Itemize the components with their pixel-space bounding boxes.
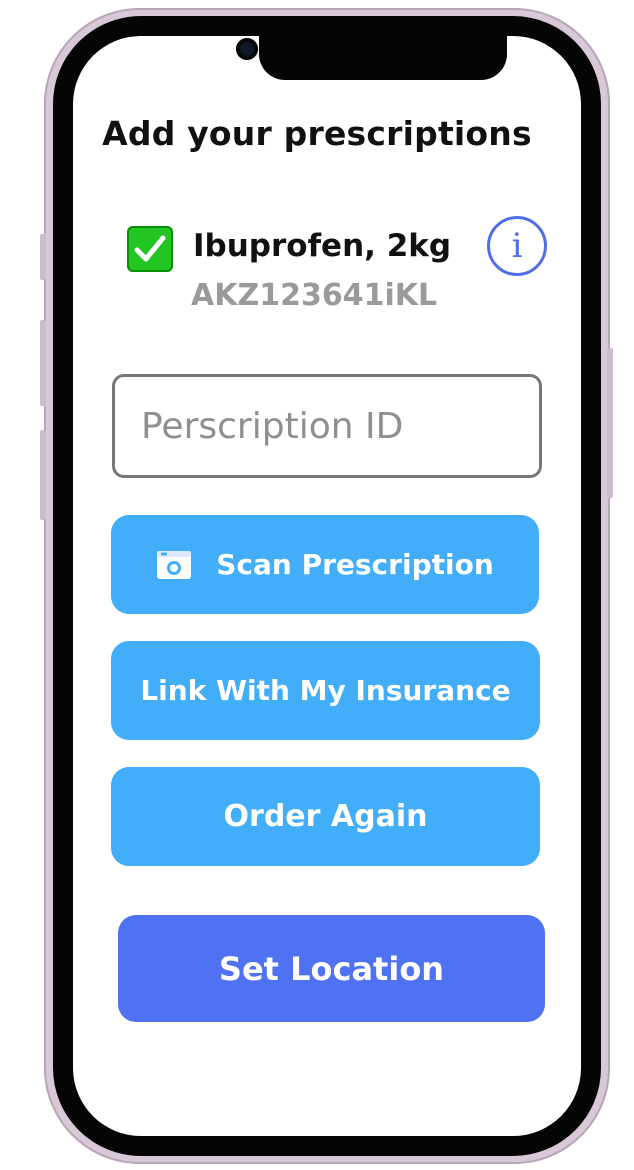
checkbox-checked[interactable] [127, 226, 173, 272]
page-title: Add your prescriptions [102, 114, 532, 153]
link-insurance-button[interactable]: Link With My Insurance [111, 641, 540, 740]
set-location-label: Set Location [218, 949, 445, 988]
info-icon[interactable]: i [487, 216, 547, 276]
order-again-label: Order Again [223, 799, 428, 834]
medication-name: Ibuprofen, 2kg [193, 228, 452, 264]
medication-id: AKZ123641iKL [191, 278, 438, 313]
notch [259, 36, 507, 80]
scan-prescription-button[interactable]: Scan Prescription [111, 515, 539, 614]
set-location-button[interactable]: Set Location [118, 915, 545, 1022]
order-again-button[interactable]: Order Again [111, 767, 540, 866]
phone-power-button [607, 348, 613, 498]
link-insurance-label: Link With My Insurance [140, 674, 511, 707]
phone-volume-up-button [40, 320, 46, 406]
phone-side-button [40, 234, 46, 280]
checkmark-icon [134, 235, 166, 262]
prescription-id-input[interactable] [112, 374, 542, 478]
front-camera-icon [236, 38, 258, 60]
scan-prescription-label: Scan Prescription [216, 548, 494, 581]
camera-icon [157, 550, 192, 579]
phone-volume-down-button [40, 430, 46, 520]
